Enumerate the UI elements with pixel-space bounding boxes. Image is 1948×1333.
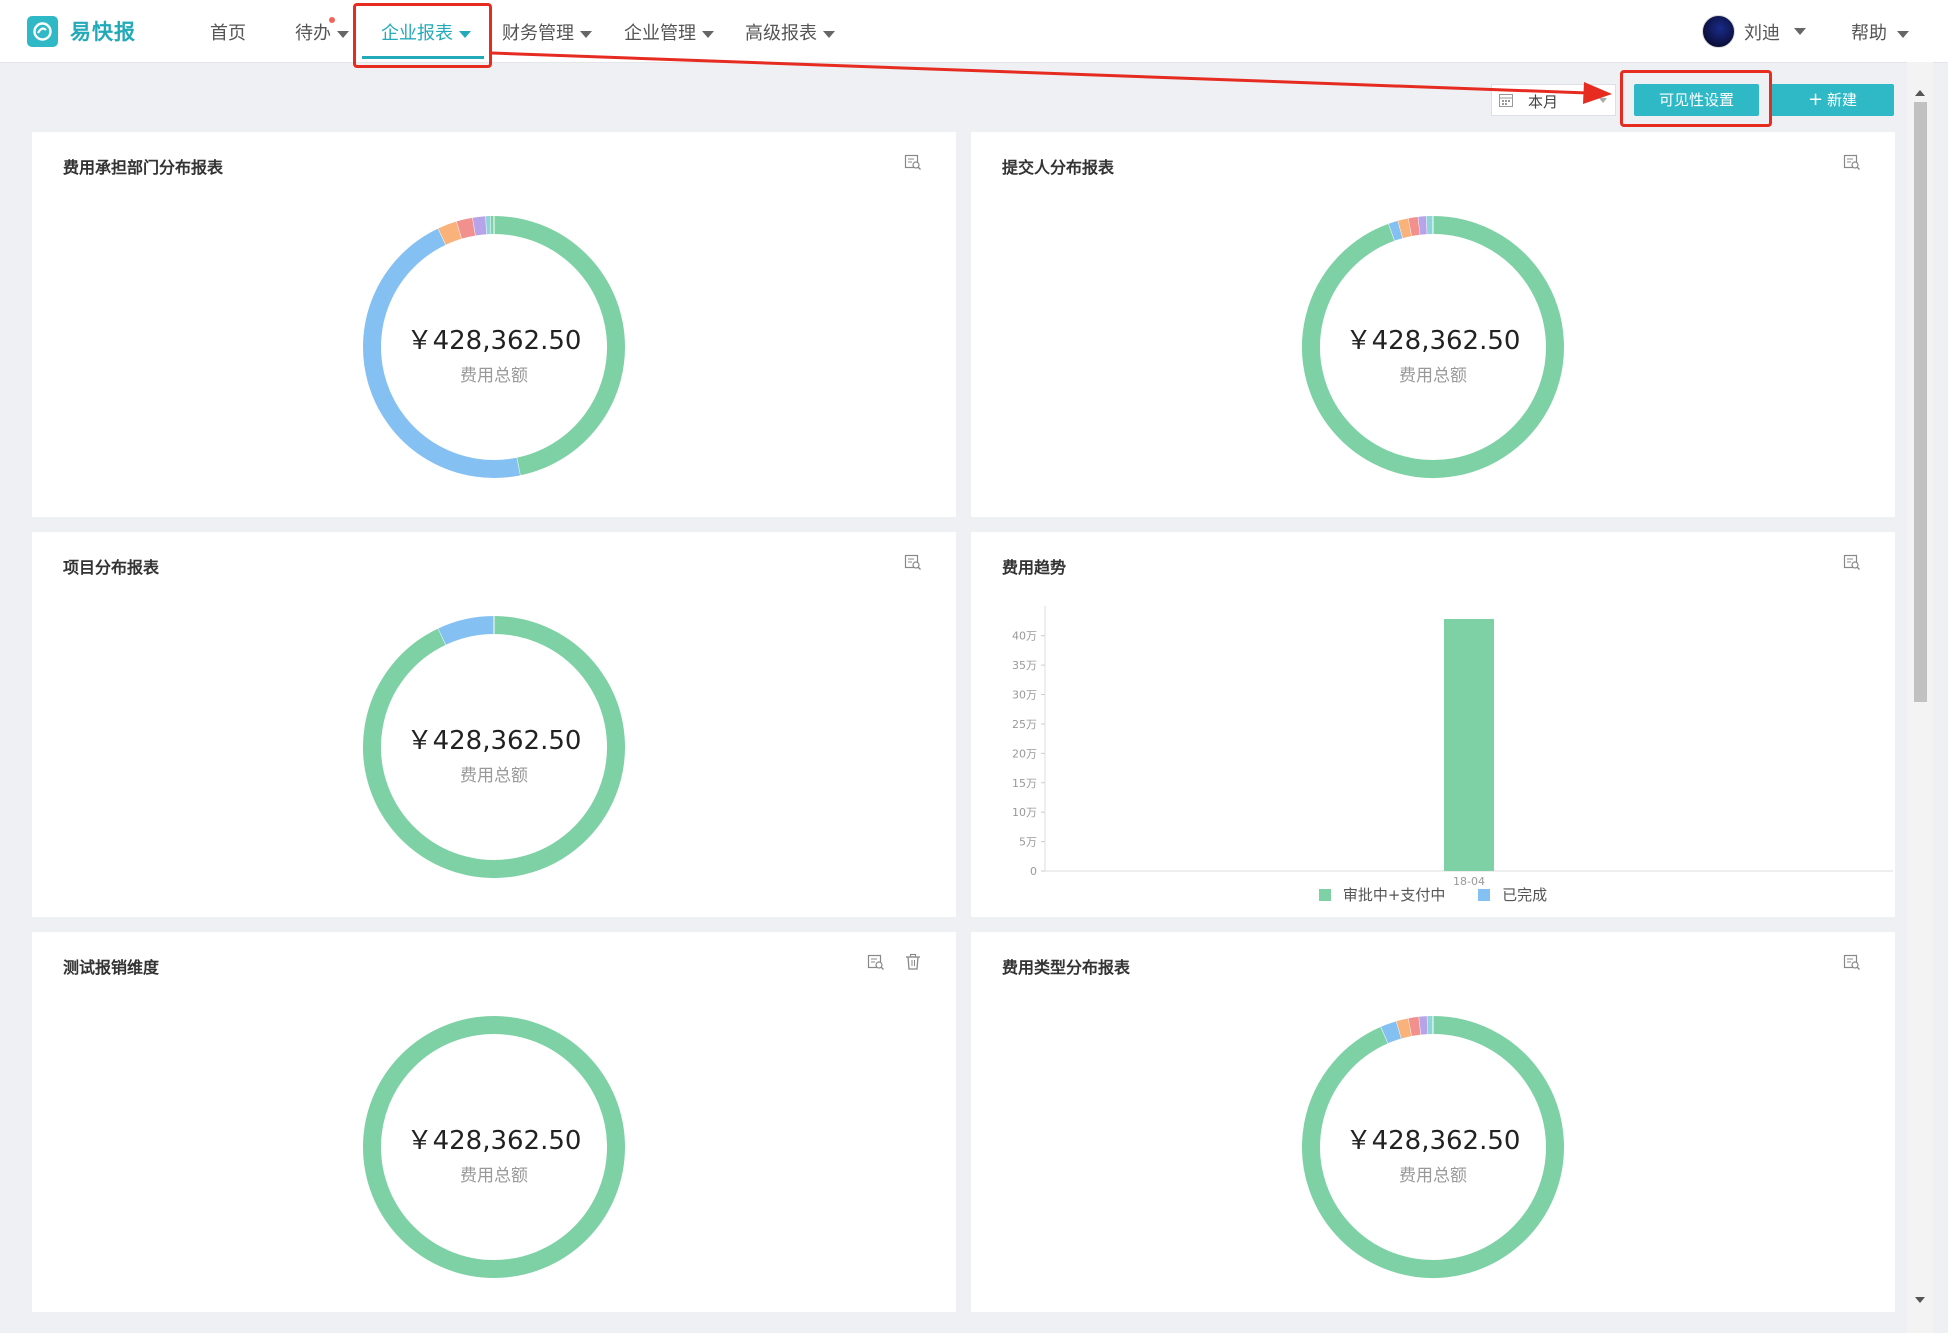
chevron-down-icon [1897,30,1909,38]
y-tick-label: 35万 [1012,659,1037,672]
top-navigation-bar: 易快报 首页 待办 企业报表 财务管理 企业管理 高级报表 刘迪 帮助 [0,0,1948,63]
donut-slice[interactable] [1388,220,1403,241]
nav-enterprise-management-label: 企业管理 [624,23,696,44]
nav-todo-label: 待办 [295,23,331,44]
legend-swatch [1318,889,1331,901]
y-tick-label: 15万 [1012,777,1037,790]
scroll-down-icon[interactable] [1915,1297,1925,1303]
help-menu[interactable]: 帮助 [1851,19,1909,45]
report-card-test-dimension: 测试报销维度 ￥428,362.50 费用总额 [32,932,956,1312]
donut-slice[interactable] [1408,1016,1422,1037]
nav-advanced-reports-label: 高级报表 [745,23,817,44]
new-button-label: 新建 [1827,91,1858,109]
total-amount-label: 费用总额 [1399,366,1467,386]
donut-slice[interactable] [438,616,495,645]
y-tick-label: 40万 [1012,630,1037,643]
legend-item[interactable]: 审批中+支付中 [1318,884,1446,905]
app-name[interactable]: 易快报 [70,16,136,46]
user-menu-chevron-down-icon[interactable] [1794,28,1806,35]
nav-finance[interactable]: 财务管理 [502,19,592,45]
user-name[interactable]: 刘迪 [1744,19,1780,45]
nav-advanced-reports[interactable]: 高级报表 [745,19,835,45]
donut-slice[interactable] [472,216,488,236]
y-tick-label: 0 [1030,865,1037,878]
total-amount: ￥428,362.50 [1345,1126,1521,1156]
y-tick-label: 5万 [1019,836,1037,849]
nav-todo[interactable]: 待办 [295,19,349,45]
avatar[interactable] [1702,15,1735,48]
scroll-up-icon[interactable] [1915,90,1925,96]
chevron-down-icon [337,30,349,38]
legend-swatch [1478,889,1491,901]
annotation-box-visibility-settings [1620,70,1772,127]
nav-home-label: 首页 [210,23,246,44]
y-tick-label: 20万 [1012,747,1037,760]
total-amount: ￥428,362.50 [406,1126,582,1156]
new-report-button[interactable]: + 新建 [1771,84,1894,116]
report-card-submitter: 提交人分布报表 ￥428,362.50 费用总额 [971,132,1895,517]
page-scrollbar[interactable] [1907,62,1933,1333]
chevron-down-icon [580,30,592,38]
total-amount-label: 费用总额 [1399,1166,1467,1186]
report-card-project: 项目分布报表 ￥428,362.50 费用总额 [32,532,956,917]
legend-label: 审批中+支付中 [1342,886,1446,904]
plus-icon: + [1807,89,1824,110]
total-amount-label: 费用总额 [460,366,528,386]
report-card-department: 费用承担部门分布报表 ￥428,362.50 费用总额 [32,132,956,517]
donut-slice[interactable] [1380,1021,1402,1044]
calendar-icon [1499,94,1513,107]
donut-slice[interactable] [1408,216,1421,237]
donut-slice[interactable] [456,217,476,239]
scrollbar-thumb[interactable] [1914,102,1927,702]
donut-slice[interactable] [1398,218,1412,239]
chevron-down-icon [702,30,714,38]
nav-enterprise-management[interactable]: 企业管理 [624,19,714,45]
bar-chart[interactable]: 05万10万15万20万25万30万35万40万18-04 [971,532,1895,917]
y-tick-label: 25万 [1012,718,1037,731]
chart-legend: 审批中+支付中 已完成 [971,884,1895,905]
annotation-box-enterprise-reports [353,3,492,68]
bar[interactable] [1444,619,1494,871]
legend-item[interactable]: 已完成 [1478,884,1547,905]
donut-slice[interactable] [1396,1018,1412,1039]
total-amount-label: 费用总额 [460,1166,528,1186]
y-tick-label: 10万 [1012,806,1037,819]
donut-center-text: ￥428,362.50 费用总额 [344,320,644,386]
y-tick-label: 30万 [1012,689,1037,702]
donut-center-text: ￥428,362.50 费用总额 [1283,1120,1583,1186]
donut-slice[interactable] [438,221,462,245]
total-amount-label: 费用总额 [460,766,528,786]
total-amount: ￥428,362.50 [406,726,582,756]
notification-dot [329,17,335,23]
donut-center-text: ￥428,362.50 费用总额 [344,1120,644,1186]
legend-label: 已完成 [1502,886,1548,904]
total-amount: ￥428,362.50 [1345,326,1521,356]
report-card-expense-trend: 费用趋势 0 5万 10万 15万 20万 25万 30万 35万 40万 18-04 审批中+支… [971,532,1895,917]
help-label: 帮助 [1851,23,1887,44]
report-card-expense-type: 费用类型分布报表 ￥428,362.50 费用总额 [971,932,1895,1312]
chevron-down-icon [1599,98,1607,103]
date-range-value: 本月 [1528,93,1559,111]
date-range-picker[interactable]: 本月 [1491,84,1616,116]
app-logo-icon[interactable] [27,16,58,47]
nav-finance-label: 财务管理 [502,23,574,44]
nav-home[interactable]: 首页 [210,19,246,45]
chevron-down-icon [823,30,835,38]
donut-center-text: ￥428,362.50 费用总额 [344,720,644,786]
donut-slice[interactable] [1418,216,1428,235]
donut-center-text: ￥428,362.50 费用总额 [1283,320,1583,386]
donut-slice[interactable] [1419,1016,1429,1035]
total-amount: ￥428,362.50 [406,326,582,356]
